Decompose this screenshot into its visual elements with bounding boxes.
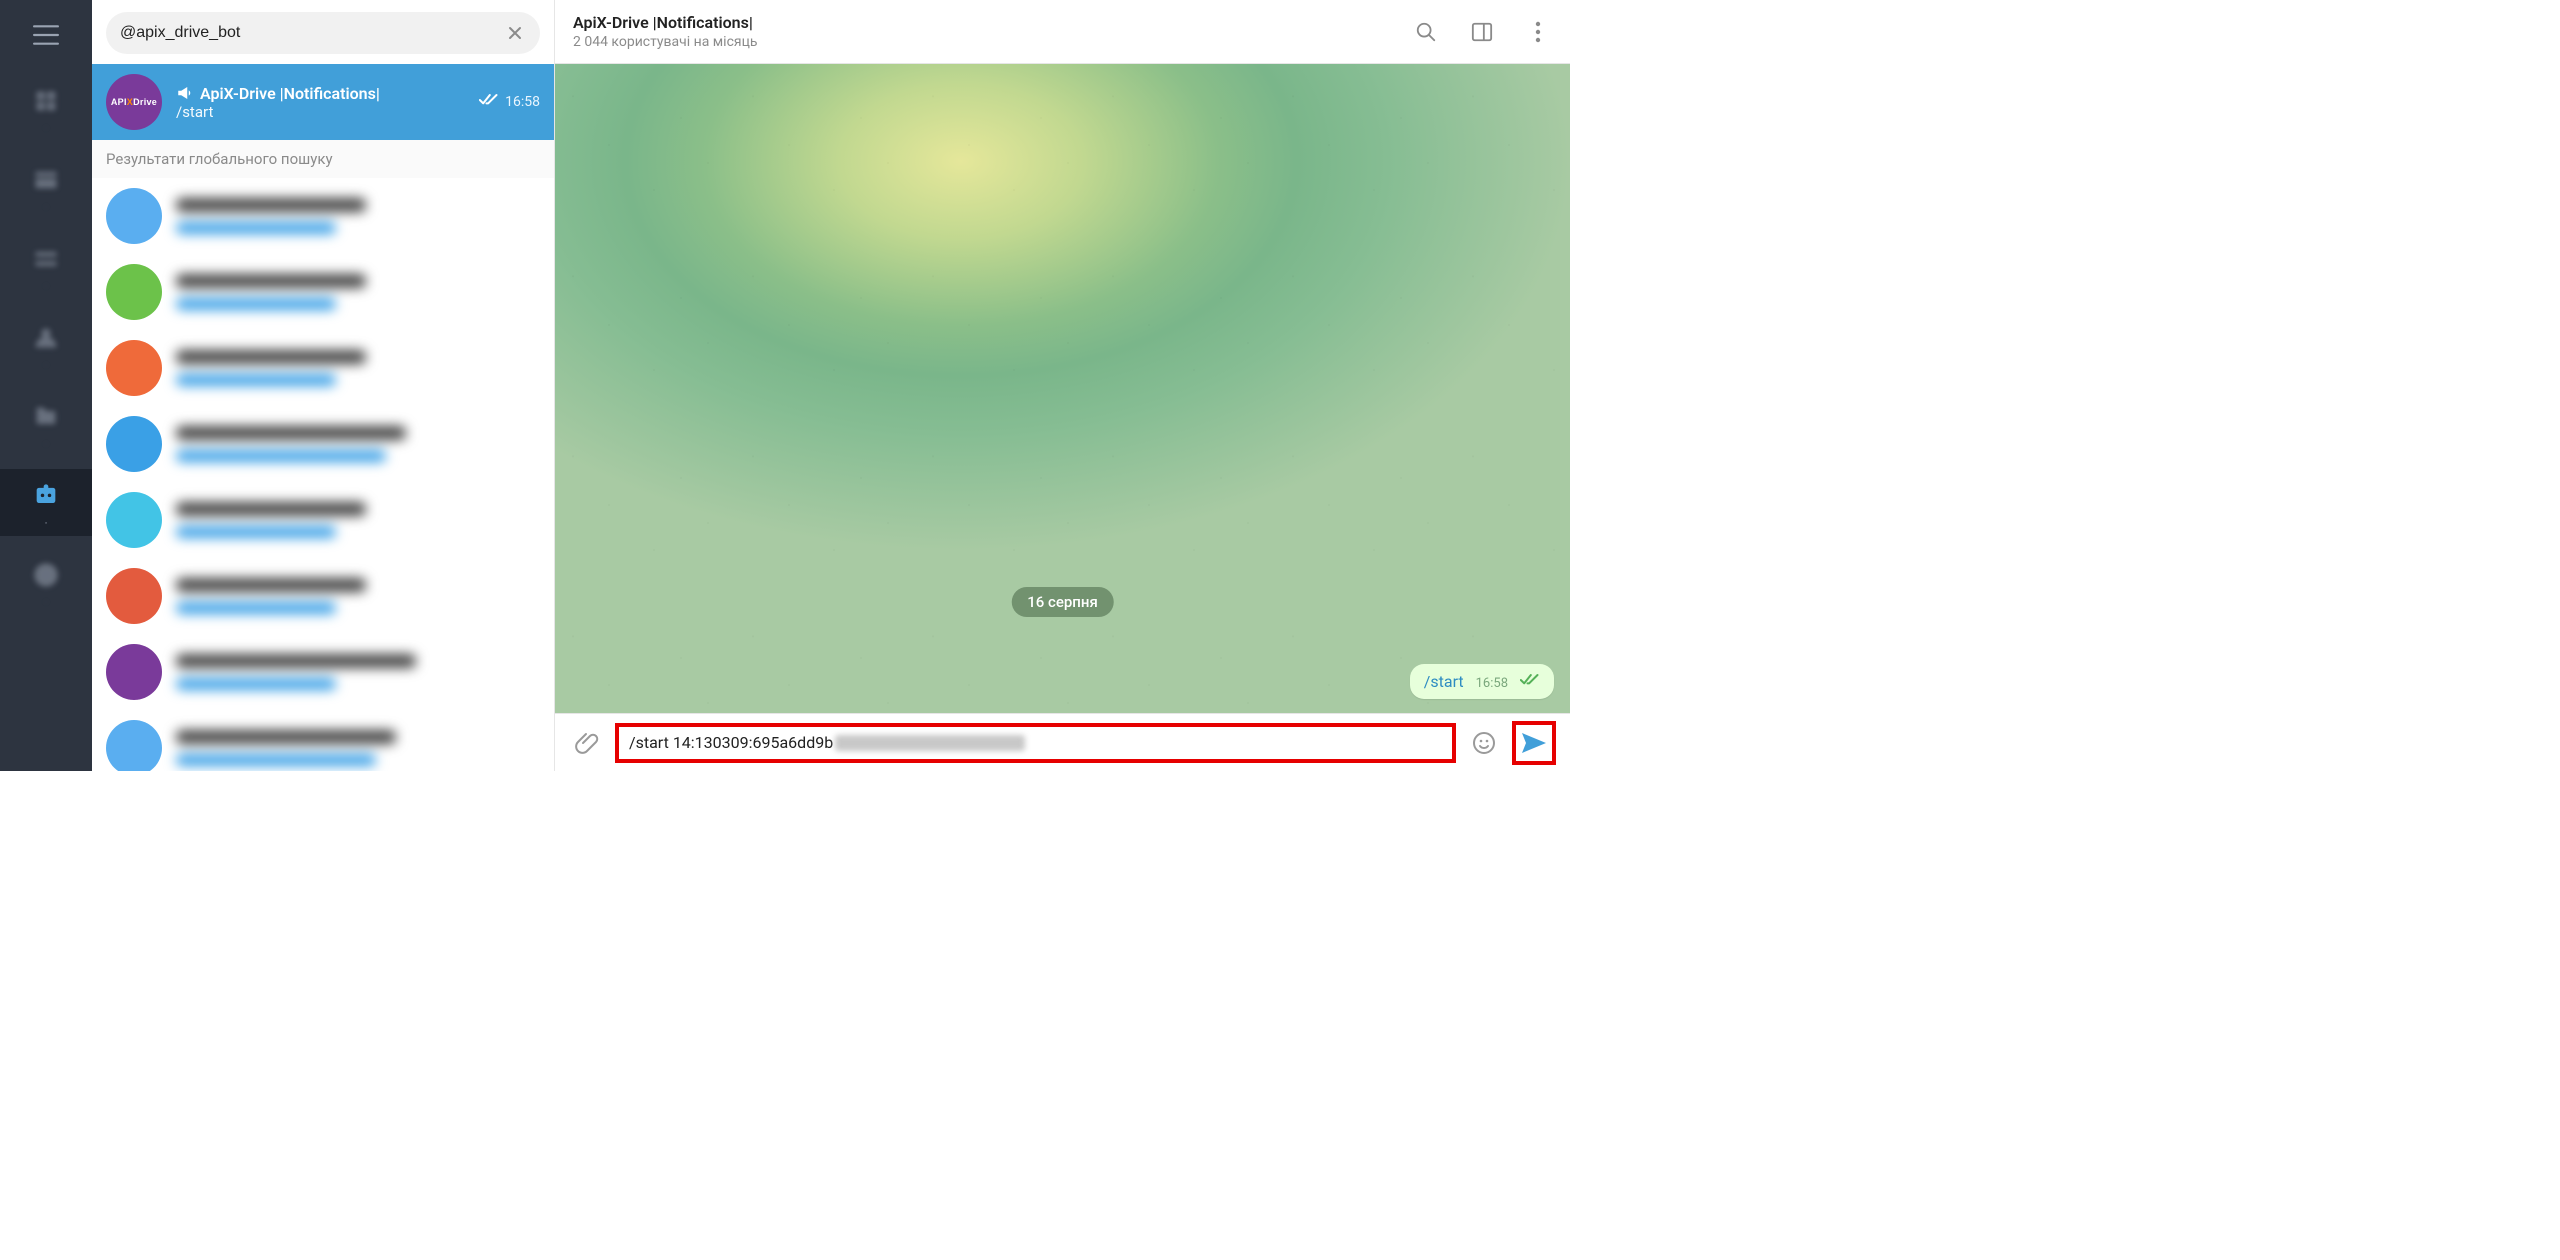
- paperclip-icon: [575, 731, 599, 755]
- close-icon: [507, 25, 523, 41]
- chat-item-result[interactable]: [92, 710, 554, 771]
- chat-list-panel: APIXDrive ApiX-Drive |Notifications| /st…: [92, 0, 555, 771]
- chat-time: 16:58: [505, 94, 540, 110]
- redacted-token: [835, 735, 1025, 751]
- composer: /start 14:130309:695a6dd9b: [555, 713, 1570, 771]
- search-input[interactable]: [120, 24, 504, 42]
- emoji-icon: [1472, 731, 1496, 755]
- message-input[interactable]: /start 14:130309:695a6dd9b: [629, 733, 1025, 752]
- emoji-button[interactable]: [1470, 729, 1498, 757]
- sidepanel-button[interactable]: [1468, 18, 1496, 46]
- attach-button[interactable]: [573, 729, 601, 757]
- chat-pane: ApiX-Drive |Notifications| 2 044 користу…: [555, 0, 1570, 771]
- more-button[interactable]: [1524, 18, 1552, 46]
- rail-item-7[interactable]: ·: [0, 548, 92, 615]
- chat-item-result[interactable]: [92, 482, 554, 558]
- chat-item-result[interactable]: [92, 178, 554, 254]
- rail-item-5[interactable]: ·: [0, 390, 92, 457]
- chat-list: APIXDrive ApiX-Drive |Notifications| /st…: [92, 64, 554, 771]
- chat-item-result[interactable]: [92, 330, 554, 406]
- chat-header-subtitle: 2 044 користувачі на місяць: [573, 34, 1384, 50]
- messages-area: 16 серпня /start 16:58: [555, 64, 1570, 713]
- read-checks-icon: [479, 93, 499, 111]
- chat-header: ApiX-Drive |Notifications| 2 044 користу…: [555, 0, 1570, 64]
- date-separator: 16 серпня: [1011, 587, 1114, 617]
- chat-item-result[interactable]: [92, 254, 554, 330]
- message-text: /start: [1424, 672, 1464, 691]
- app-rail: · · · · · · ·: [0, 0, 92, 771]
- rail-item-active[interactable]: ·: [0, 469, 92, 536]
- more-vertical-icon: [1535, 21, 1541, 43]
- message-input-highlight[interactable]: /start 14:130309:695a6dd9b: [615, 723, 1456, 763]
- chat-item-result[interactable]: [92, 558, 554, 634]
- send-button-highlight[interactable]: [1512, 721, 1556, 765]
- chat-item-result[interactable]: [92, 634, 554, 710]
- chat-subtitle: /start: [176, 103, 465, 121]
- rail-item-4[interactable]: ·: [0, 311, 92, 378]
- search-box[interactable]: [106, 12, 540, 54]
- search-in-chat-button[interactable]: [1412, 18, 1440, 46]
- avatar: APIXDrive: [106, 74, 162, 130]
- search-icon: [1415, 21, 1437, 43]
- message-time: 16:58: [1476, 676, 1508, 691]
- hamburger-icon: [33, 25, 59, 45]
- read-checks-icon: [1520, 672, 1540, 691]
- bot-icon: [32, 482, 60, 510]
- chat-header-title: ApiX-Drive |Notifications|: [573, 13, 1384, 32]
- sidepanel-icon: [1471, 21, 1493, 43]
- chat-item-selected[interactable]: APIXDrive ApiX-Drive |Notifications| /st…: [92, 64, 554, 140]
- chat-title: ApiX-Drive |Notifications|: [200, 84, 380, 103]
- menu-button[interactable]: [0, 8, 92, 62]
- send-icon: [1520, 731, 1548, 755]
- global-search-header: Результати глобального пошуку: [92, 140, 554, 178]
- rail-item-1[interactable]: ·: [0, 74, 92, 141]
- rail-item-3[interactable]: ·: [0, 232, 92, 299]
- rail-item-2[interactable]: ·: [0, 153, 92, 220]
- chat-item-result[interactable]: [92, 406, 554, 482]
- megaphone-icon: [176, 85, 194, 101]
- clear-search-button[interactable]: [504, 22, 526, 44]
- outgoing-message[interactable]: /start 16:58: [1410, 664, 1554, 699]
